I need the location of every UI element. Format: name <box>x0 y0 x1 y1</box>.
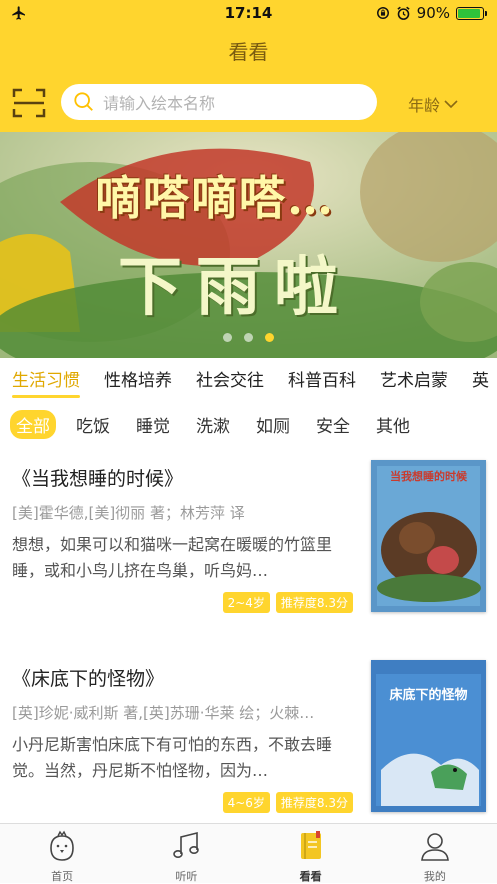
battery-fill <box>458 8 480 18</box>
status-bar: 17:14 90% <box>0 0 497 26</box>
filter-chip[interactable]: 如厕 <box>250 410 296 439</box>
book-title: 《床底下的怪物》 <box>12 668 165 690</box>
age-tag: 4~6岁 <box>222 792 270 813</box>
banner-pagination <box>0 333 497 342</box>
tab-label: 看看 <box>299 870 322 883</box>
banner-subheadline: 下雨啦 <box>118 250 352 325</box>
book-list-item[interactable]: 《床底下的怪物》 [英]珍妮·威利斯 著,[英]苏珊·华莱 绘；火棘… 小丹尼斯害怕… <box>0 642 497 842</box>
filter-chip[interactable]: 吃饭 <box>70 410 116 439</box>
tab-person[interactable]: 我的 <box>373 824 497 883</box>
filter-chip[interactable]: 安全 <box>310 410 356 439</box>
page-title: 看看 <box>228 39 269 64</box>
book-description: 想想，如果可以和猫咪一起窝在暖暖的竹篮里睡，或和小鸟儿挤在鸟巢，听鸟妈… <box>12 535 333 580</box>
nav-bar: 看看 <box>0 26 497 74</box>
book-cover[interactable]: 当我想睡的时候 <box>371 460 486 612</box>
status-right: 90% <box>376 4 487 22</box>
banner-carousel[interactable]: 嘀嗒嘀嗒… 下雨啦 <box>0 132 497 358</box>
search-placeholder: 请输入绘本名称 <box>103 94 216 113</box>
category-tab[interactable]: 艺术启蒙 <box>368 358 460 404</box>
search-bar: 请输入绘本名称 年龄 <box>0 74 497 132</box>
search-icon <box>74 92 93 111</box>
tab-chick[interactable]: 首页 <box>0 824 124 883</box>
filter-row: 全部 吃饭 睡觉 洗漱 如厕 安全 其他 <box>0 406 497 442</box>
banner-dot[interactable] <box>223 333 232 342</box>
age-tag: 2~4岁 <box>222 592 270 613</box>
tab-label: 我的 <box>423 870 446 883</box>
book-tags: 2~4岁 推荐度8.3分 <box>222 592 353 613</box>
filter-chip[interactable]: 洗漱 <box>190 410 236 439</box>
banner-dot[interactable] <box>265 333 274 342</box>
status-left <box>10 5 90 21</box>
book-icon <box>295 830 327 866</box>
book-cover-title: 床底下的怪物 <box>389 688 468 703</box>
chevron-down-icon <box>444 100 458 109</box>
chick-icon <box>47 830 77 866</box>
book-list-item[interactable]: 《当我想睡的时候》 [美]霍华德,[美]彻丽 著；林芳萍 译想想，如果可以和猫咪一… <box>0 442 497 642</box>
book-description: 小丹尼斯害怕床底下有可怕的东西，不敢去睡觉。当然，丹尼斯不怕怪物，因为… <box>12 735 333 780</box>
category-tabs: 生活习惯 性格培养 社会交往 科普百科 艺术启蒙英 <box>0 358 497 404</box>
airplane-icon <box>12 6 25 20</box>
category-tab[interactable]: 生活习惯 <box>0 358 92 404</box>
book-author: [英]珍妮·威利斯 著,[英]苏珊·华莱 绘；火棘… <box>12 704 315 722</box>
filter-chip[interactable]: 睡觉 <box>130 410 176 439</box>
scan-button[interactable] <box>12 87 46 119</box>
bottom-tab-bar: 首页 听听 看看 我的 <box>0 823 497 883</box>
rotation-lock-icon <box>376 7 389 19</box>
music-note-icon <box>170 830 202 866</box>
banner-headline: 嘀嗒嘀嗒… <box>95 171 335 225</box>
book-cover-title: 当我想睡的时候 <box>390 470 467 483</box>
book-list: 《当我想睡的时候》 [美]霍华德,[美]彻丽 著；林芳萍 译想想，如果可以和猫咪一… <box>0 442 497 842</box>
book-cover[interactable]: 床底下的怪物 <box>371 660 486 812</box>
search-input[interactable]: 请输入绘本名称 <box>61 84 377 120</box>
category-tab[interactable]: 社会交往 <box>184 358 276 404</box>
scan-icon <box>12 88 46 118</box>
tab-book[interactable]: 看看 <box>249 824 373 883</box>
person-icon <box>419 830 451 866</box>
category-tab[interactable]: 性格培养 <box>92 358 184 404</box>
battery-icon <box>456 6 487 20</box>
book-tags: 4~6岁 推荐度8.3分 <box>222 792 353 813</box>
book-author: [美]霍华德,[美]彻丽 著；林芳萍 译 <box>12 504 245 522</box>
alarm-icon <box>397 6 410 20</box>
category-tab[interactable]: 英 <box>460 358 497 404</box>
tab-music-note[interactable]: 听听 <box>124 824 248 883</box>
age-filter-button[interactable]: 年龄 <box>408 92 458 116</box>
banner-dot[interactable] <box>244 333 253 342</box>
book-title: 《当我想睡的时候》 <box>12 468 184 490</box>
filter-chip[interactable]: 其他 <box>370 410 416 439</box>
tab-label: 听听 <box>175 870 198 883</box>
category-tab[interactable]: 科普百科 <box>276 358 368 404</box>
battery-percent: 90% <box>416 4 450 22</box>
age-filter-label: 年龄 <box>408 96 441 115</box>
tab-label: 首页 <box>51 870 74 883</box>
score-tag: 推荐度8.3分 <box>275 592 353 613</box>
score-tag: 推荐度8.3分 <box>275 792 353 813</box>
filter-chip[interactable]: 全部 <box>10 409 56 439</box>
